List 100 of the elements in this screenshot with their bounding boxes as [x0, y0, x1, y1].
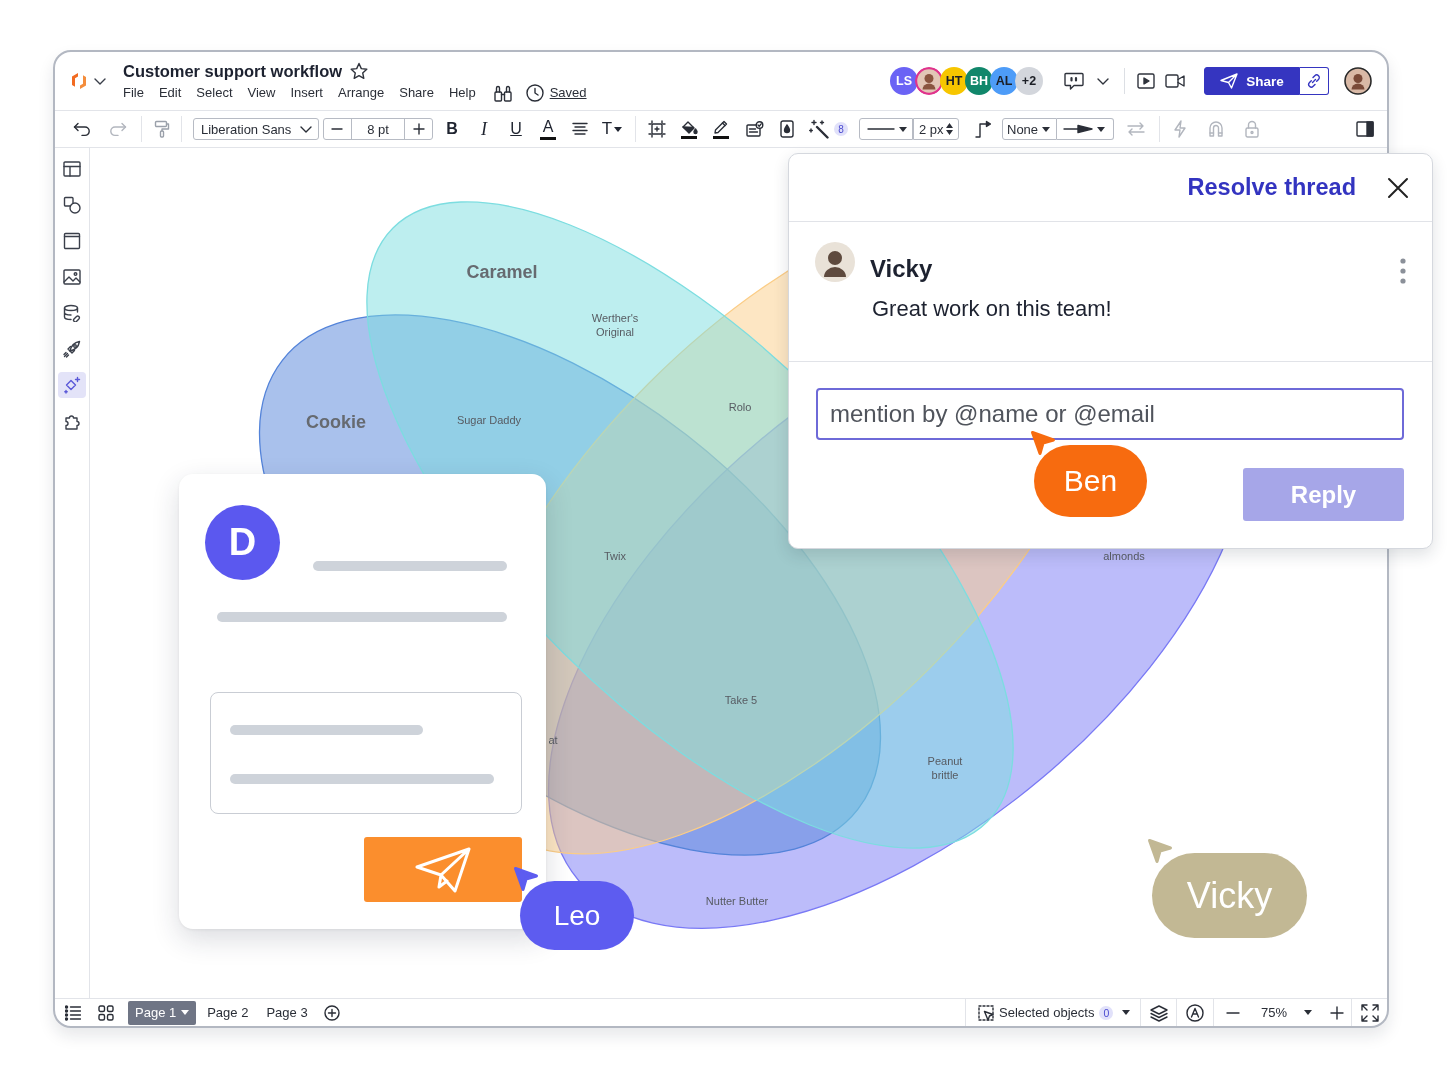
text-color-button[interactable]: A [537, 116, 559, 142]
frame-icon[interactable] [648, 120, 666, 138]
caret-icon[interactable] [899, 126, 907, 132]
comment-icon[interactable] [1064, 72, 1084, 90]
line-start-dropdown[interactable]: None [1002, 118, 1057, 140]
minus-icon[interactable] [1226, 1010, 1240, 1015]
menu-item[interactable]: Arrange [337, 83, 385, 102]
side-panel-icon[interactable] [1356, 121, 1374, 137]
caret-icon[interactable] [1304, 1010, 1313, 1015]
caret-icon[interactable] [1122, 1010, 1131, 1015]
count-badge: 0 [1099, 1005, 1114, 1020]
close-icon[interactable] [1387, 176, 1409, 199]
collaborator-avatar[interactable]: AL [990, 67, 1018, 95]
sparkle-icon [63, 376, 81, 394]
resolve-thread-button[interactable]: Resolve thread [1187, 174, 1356, 201]
undo-icon[interactable] [73, 121, 91, 137]
selection-icon[interactable] [977, 1003, 995, 1022]
bold-button[interactable]: B [441, 116, 463, 142]
video-icon[interactable] [1165, 74, 1185, 88]
magic-wand-icon[interactable] [809, 119, 829, 139]
chevron-down-icon[interactable] [94, 77, 106, 85]
venn-item-label: almonds [1103, 549, 1145, 563]
minus-icon[interactable] [331, 127, 344, 131]
caret-icon[interactable] [614, 126, 623, 132]
comment-text: Great work on this team! [872, 296, 1112, 322]
menu-item[interactable]: View [247, 83, 276, 102]
caret-icon[interactable] [1042, 126, 1050, 132]
link-icon [1306, 73, 1322, 89]
mention-input[interactable]: mention by @name or @email [816, 388, 1404, 440]
text-size-button[interactable]: T [601, 116, 623, 142]
copy-link-button[interactable] [1300, 67, 1329, 95]
form-check-icon[interactable] [746, 121, 764, 137]
menu-item[interactable]: Select [196, 83, 233, 102]
list-icon[interactable] [65, 1004, 81, 1021]
menu-item[interactable]: Help [448, 83, 476, 102]
add-page-icon[interactable] [323, 1004, 340, 1021]
paint-roller-icon[interactable] [154, 120, 170, 138]
puzzle-icon [63, 412, 81, 430]
collaborator-avatar[interactable]: +2 [1015, 67, 1043, 95]
document-title[interactable]: Customer support workflow [123, 60, 343, 81]
venn-item-label: Sugar Daddy [456, 413, 522, 427]
caret-icon[interactable] [1097, 126, 1105, 132]
page-tab[interactable]: Page 3 [259, 1000, 315, 1025]
pen-icon[interactable] [712, 119, 730, 139]
stepper-arrows-icon[interactable] [946, 123, 953, 135]
collaborator-avatar[interactable]: LS [890, 67, 918, 95]
save-status-link[interactable]: Saved [549, 83, 587, 102]
database-icon [63, 304, 81, 322]
font-size-field[interactable]: 8 pt [350, 119, 406, 139]
font-dropdown[interactable]: Liberation Sans [193, 118, 319, 140]
menu-item[interactable]: Insert [290, 83, 323, 102]
venn-item-label: Nutter Butter [705, 894, 769, 908]
collaborator-avatar[interactable]: HT [940, 67, 968, 95]
menu-item[interactable]: Share [399, 83, 434, 102]
set-label: Cookie [306, 411, 366, 433]
user-avatar[interactable] [1344, 67, 1372, 95]
collaborator-avatar[interactable]: BH [965, 67, 993, 95]
layers-icon[interactable] [1149, 1003, 1168, 1022]
arrow-line-icon [1063, 124, 1093, 134]
selection-label[interactable]: Selected objects [999, 1005, 1095, 1020]
plus-icon[interactable] [1330, 1005, 1345, 1020]
page-tab[interactable]: Page 2 [200, 1000, 256, 1025]
star-icon[interactable] [350, 61, 369, 80]
menu-item[interactable]: Edit [158, 83, 182, 102]
image-icon [63, 268, 81, 286]
binoculars-icon[interactable] [493, 83, 512, 102]
clock-icon[interactable] [525, 83, 544, 102]
align-icon[interactable] [572, 122, 588, 136]
chevron-down-icon[interactable] [1097, 77, 1109, 85]
logo-icon[interactable] [71, 72, 87, 90]
venn-item-label: Take 5 [724, 693, 758, 707]
venn-item-label: Werther's Original [591, 311, 639, 339]
line-style-icon [867, 127, 895, 131]
a-circle-icon[interactable] [1186, 1003, 1204, 1022]
drop-icon[interactable] [780, 120, 794, 138]
layout-icon [63, 160, 81, 178]
more-options-icon[interactable] [1400, 258, 1406, 284]
page-tab[interactable]: Page 1 [128, 1000, 197, 1025]
chevron-down-icon[interactable] [300, 125, 312, 133]
line-style-dropdown[interactable] [859, 118, 913, 140]
italic-button[interactable]: I [473, 116, 495, 142]
cursor-pointer-icon [1030, 430, 1056, 456]
user-photo-avatar[interactable] [915, 67, 943, 95]
text-area-field[interactable] [210, 692, 522, 814]
plus-icon[interactable] [412, 123, 425, 135]
zoom-level[interactable]: 75% [1261, 1005, 1288, 1020]
set-label: Caramel [466, 261, 538, 283]
count-badge: 8 [834, 122, 848, 136]
fullscreen-icon[interactable] [1360, 1003, 1379, 1022]
frame-icon [63, 232, 81, 250]
share-button[interactable]: Share [1204, 67, 1300, 95]
grid-icon[interactable] [98, 1004, 114, 1021]
fill-bucket-icon[interactable] [680, 119, 698, 139]
menu-item[interactable]: File [123, 83, 144, 102]
underline-button[interactable]: U [505, 116, 527, 142]
present-icon[interactable] [1137, 73, 1155, 89]
shapes-icon [63, 196, 81, 214]
line-end-dropdown[interactable] [1057, 118, 1114, 140]
connector-icon[interactable] [975, 120, 991, 138]
line-width-stepper[interactable]: 2 px [913, 118, 959, 140]
